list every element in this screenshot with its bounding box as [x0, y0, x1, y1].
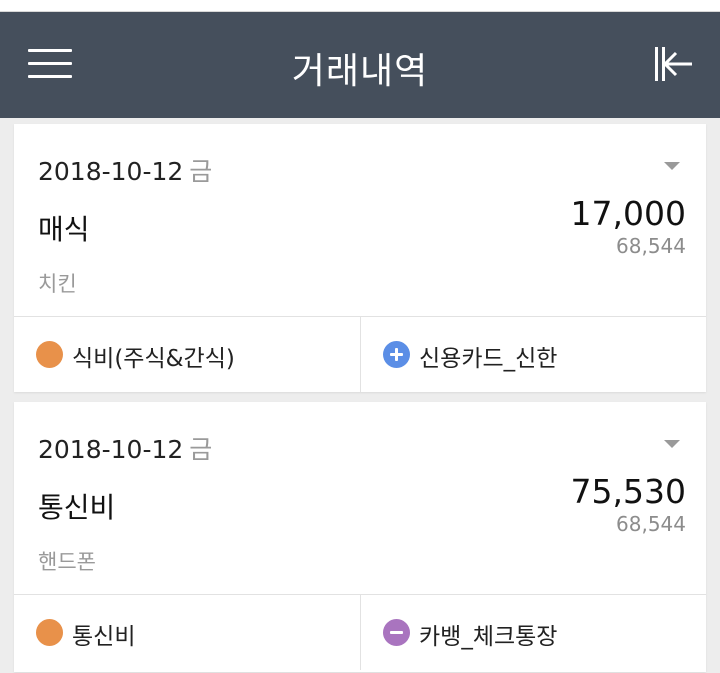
transaction-date: 2018-10-12 금	[38, 157, 213, 186]
transaction-amount: 17,000	[570, 194, 686, 233]
transaction-card[interactable]: 2018-10-12 금 통신비 75,530 68,544 핸드폰 통신비 카뱅…	[14, 402, 706, 672]
minus-circle-icon	[383, 619, 410, 646]
account-label: 신용카드_신한	[419, 346, 558, 372]
category-dot-icon	[36, 619, 63, 646]
page-title: 거래내역	[291, 51, 429, 92]
transaction-tags: 통신비 카뱅_체크통장	[14, 595, 706, 670]
category-tag[interactable]: 식비(주식&간식)	[14, 317, 360, 392]
transaction-memo: 핸드폰	[38, 550, 96, 574]
transaction-card[interactable]: 2018-10-12 금 매식 17,000 68,544 치킨 식비(주식&간식…	[14, 124, 706, 392]
category-label: 식비(주식&간식)	[72, 346, 235, 372]
transaction-item: 통신비	[38, 491, 116, 524]
transaction-weekday: 금	[189, 435, 213, 464]
app-bar: 거래내역	[0, 12, 720, 118]
chevron-down-icon[interactable]	[664, 440, 680, 448]
category-label: 통신비	[72, 624, 136, 650]
transaction-balance: 68,544	[616, 512, 686, 536]
status-bar	[0, 0, 720, 12]
transaction-amount: 75,530	[570, 472, 686, 511]
transaction-tags: 식비(주식&간식) 신용카드_신한	[14, 317, 706, 392]
app: 거래내역 2018-10-12 금 매식 17,000 68,544 치킨 식비…	[0, 0, 720, 673]
transaction-memo: 치킨	[38, 272, 77, 296]
chevron-down-icon[interactable]	[664, 162, 680, 170]
account-tag[interactable]: 신용카드_신한	[360, 317, 706, 392]
account-label: 카뱅_체크통장	[419, 624, 558, 650]
plus-circle-icon	[383, 341, 410, 368]
account-tag[interactable]: 카뱅_체크통장	[360, 595, 706, 670]
transaction-summary: 2018-10-12 금 통신비 75,530 68,544 핸드폰	[14, 402, 706, 595]
transaction-item: 매식	[38, 213, 90, 246]
transaction-date: 2018-10-12 금	[38, 435, 213, 464]
category-tag[interactable]: 통신비	[14, 595, 360, 670]
transaction-summary: 2018-10-12 금 매식 17,000 68,544 치킨	[14, 124, 706, 317]
category-dot-icon	[36, 341, 63, 368]
transaction-balance: 68,544	[616, 234, 686, 258]
transaction-weekday: 금	[189, 157, 213, 186]
collapse-left-icon[interactable]	[652, 44, 694, 84]
